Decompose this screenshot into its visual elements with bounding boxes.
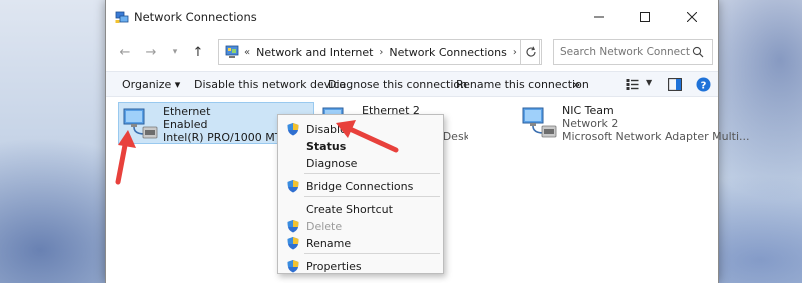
rename-connection-button[interactable]: Rename this connection (456, 78, 589, 91)
close-button[interactable] (668, 0, 716, 34)
window-title: Network Connections (134, 10, 257, 24)
network-connections-icon (115, 11, 129, 23)
breadcrumb-separator-icon[interactable]: › (513, 47, 517, 58)
svg-text:?: ? (701, 80, 707, 91)
address-overflow-icon[interactable]: « (244, 47, 250, 58)
uac-shield-icon (287, 237, 299, 250)
help-icon[interactable]: ? (696, 77, 711, 92)
organize-button[interactable]: Organize ▾ (122, 78, 180, 91)
command-bar: Organize ▾ Disable this network device D… (106, 71, 718, 97)
uac-shield-icon (287, 123, 299, 136)
adapter-name: Ethernet (163, 105, 211, 118)
back-arrow-icon: ← (119, 44, 131, 60)
up-button[interactable]: ↑ (188, 42, 208, 62)
menu-item-properties[interactable]: Properties (278, 256, 443, 276)
title-bar[interactable]: Network Connections (106, 0, 718, 34)
diagnose-connection-button[interactable]: Diagnose this connection (328, 78, 467, 91)
address-bar[interactable]: « Network and Internet › Network Connect… (218, 39, 540, 65)
menu-item-label: Bridge Connections (306, 180, 414, 193)
more-commands-button[interactable]: » (573, 78, 580, 91)
network-adapter-icon (522, 107, 557, 138)
control-panel-icon (225, 45, 239, 58)
adapter-status: Network 2 (562, 117, 619, 130)
recent-locations-button[interactable]: ▾ (165, 42, 185, 62)
refresh-icon (526, 46, 536, 57)
menu-item-diagnose[interactable]: Diagnose (278, 153, 443, 173)
breadcrumb-separator-icon[interactable]: › (379, 47, 383, 58)
breadcrumb-network-and-internet[interactable]: Network and Internet (256, 46, 373, 59)
adapter-device: Microsoft Network Adapter Multi... (562, 130, 750, 143)
search-icon (692, 46, 704, 58)
search-input[interactable] (560, 46, 690, 58)
view-options-dropdown-icon[interactable]: ▼ (646, 78, 652, 87)
back-button[interactable]: ← (115, 42, 135, 62)
disable-device-button[interactable]: Disable this network device (194, 78, 346, 91)
preview-pane-icon[interactable] (668, 78, 682, 91)
menu-item-label: Properties (306, 260, 362, 273)
search-box[interactable] (553, 39, 713, 65)
menu-item-label: Rename (306, 237, 352, 250)
uac-shield-icon (287, 180, 299, 193)
adapter-nic-team[interactable]: NIC Team Network 2 Microsoft Network Ada… (518, 102, 750, 144)
adapter-status: Enabled (163, 118, 208, 131)
menu-item-rename[interactable]: Rename (278, 233, 443, 253)
forward-button[interactable]: → (141, 42, 161, 62)
uac-shield-icon (287, 260, 299, 273)
annotation-arrow-left-icon (336, 120, 399, 153)
forward-arrow-icon: → (145, 44, 157, 60)
uac-shield-icon (287, 220, 299, 233)
menu-item-bridge-connections[interactable]: Bridge Connections (278, 176, 443, 196)
minimize-icon (594, 16, 604, 18)
menu-separator (304, 173, 440, 174)
minimize-button[interactable] (576, 0, 622, 34)
annotation-arrow-up-icon (115, 130, 136, 185)
change-view-icon[interactable] (626, 78, 639, 91)
up-arrow-icon: ↑ (192, 44, 204, 60)
maximize-icon (640, 12, 650, 22)
chevron-down-icon: ▾ (172, 47, 178, 57)
menu-separator (304, 196, 440, 197)
breadcrumb-network-connections[interactable]: Network Connections (389, 46, 506, 59)
maximize-button[interactable] (622, 0, 668, 34)
menu-item-label: Create Shortcut (306, 203, 393, 216)
adapter-name: NIC Team (562, 104, 614, 117)
navigation-bar: ← → ▾ ↑ « Network and Internet › Network… (106, 35, 718, 69)
menu-separator (304, 253, 440, 254)
close-icon (687, 12, 697, 22)
menu-item-label: Diagnose (306, 157, 358, 170)
refresh-button[interactable] (520, 39, 542, 65)
menu-item-label: Delete (306, 220, 343, 233)
